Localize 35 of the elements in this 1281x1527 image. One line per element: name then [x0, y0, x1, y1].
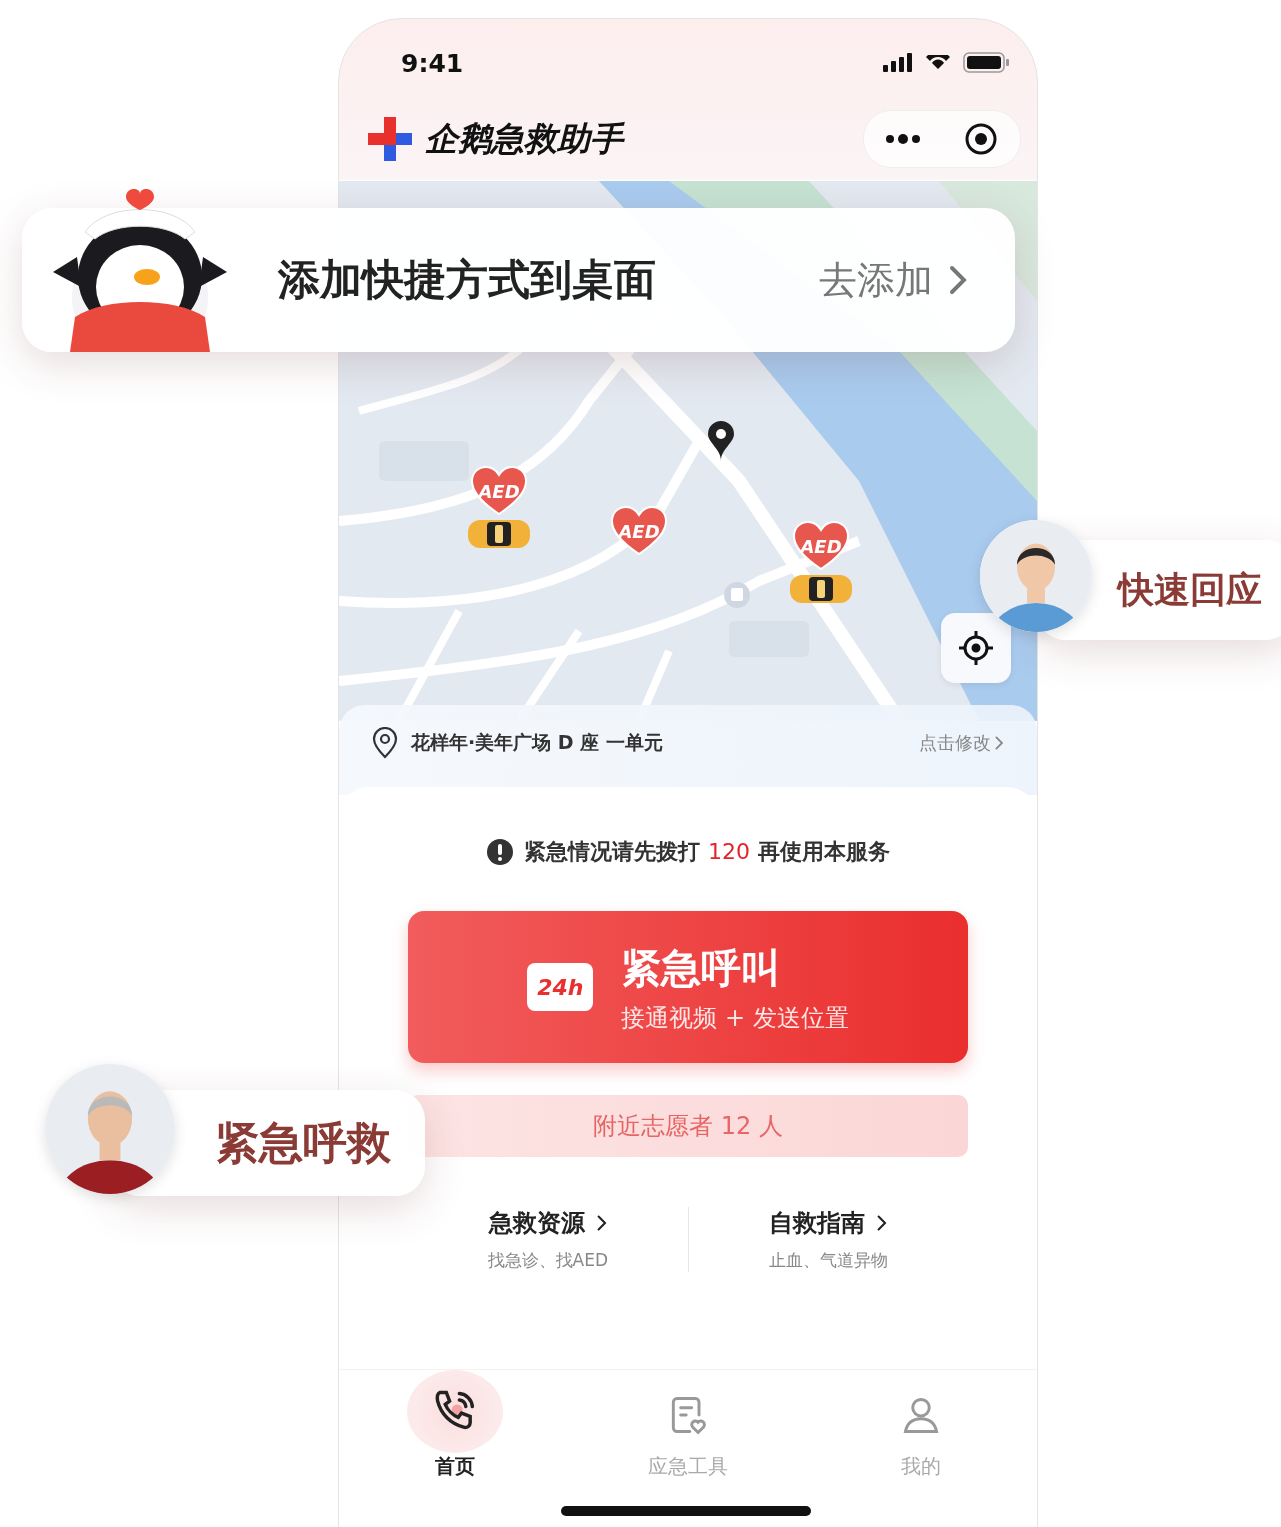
bus-stop-icon	[723, 581, 751, 609]
chevron-right-icon	[877, 1215, 888, 1231]
link-subtitle: 找急诊、找AED	[487, 1249, 608, 1272]
car-icon	[467, 517, 531, 551]
more-icon	[885, 134, 921, 144]
chevron-right-icon	[994, 736, 1003, 750]
chevron-right-icon	[949, 265, 967, 295]
link-subtitle: 止血、气道异物	[768, 1249, 888, 1272]
guide-link[interactable]: 急救资源	[488, 1207, 607, 1239]
aed-marker[interactable]: AED	[471, 466, 527, 516]
cross-logo-icon	[365, 114, 415, 164]
tab-item[interactable]: 我的	[804, 1370, 1037, 1510]
aed-marker[interactable]: AED	[611, 506, 667, 556]
signal-icon	[883, 52, 913, 72]
target-icon	[964, 122, 998, 156]
tab-item[interactable]: 首页	[339, 1370, 572, 1510]
guide-link[interactable]: 自救指南	[769, 1207, 888, 1239]
address-text: 花样年·美年广场 D 座 一单元	[411, 730, 664, 755]
location-icon	[371, 727, 399, 759]
tab-item[interactable]: 应急工具	[571, 1370, 805, 1510]
callout-text: 快速回应	[1118, 567, 1262, 612]
app-title: 企鹅急救助手	[425, 117, 626, 160]
callout-text: 紧急呼救	[215, 1115, 391, 1170]
chevron-right-icon	[596, 1215, 607, 1231]
locate-button[interactable]	[941, 613, 1011, 683]
notice-text: 紧急情况请先拨打 120 再使用本服务	[524, 838, 890, 866]
car-icon	[789, 572, 853, 606]
locate-icon	[957, 629, 995, 667]
battery-icon	[963, 51, 1009, 73]
edit-address-link[interactable]: 点击修改	[918, 731, 1003, 755]
status-time: 9:41	[401, 48, 464, 78]
wifi-icon	[925, 55, 951, 69]
aed-marker[interactable]: AED	[793, 521, 849, 571]
alert-icon	[486, 838, 515, 866]
emergency-call-button[interactable]: 24h 紧急呼叫 接通视频 + 发送位置	[408, 911, 968, 1063]
